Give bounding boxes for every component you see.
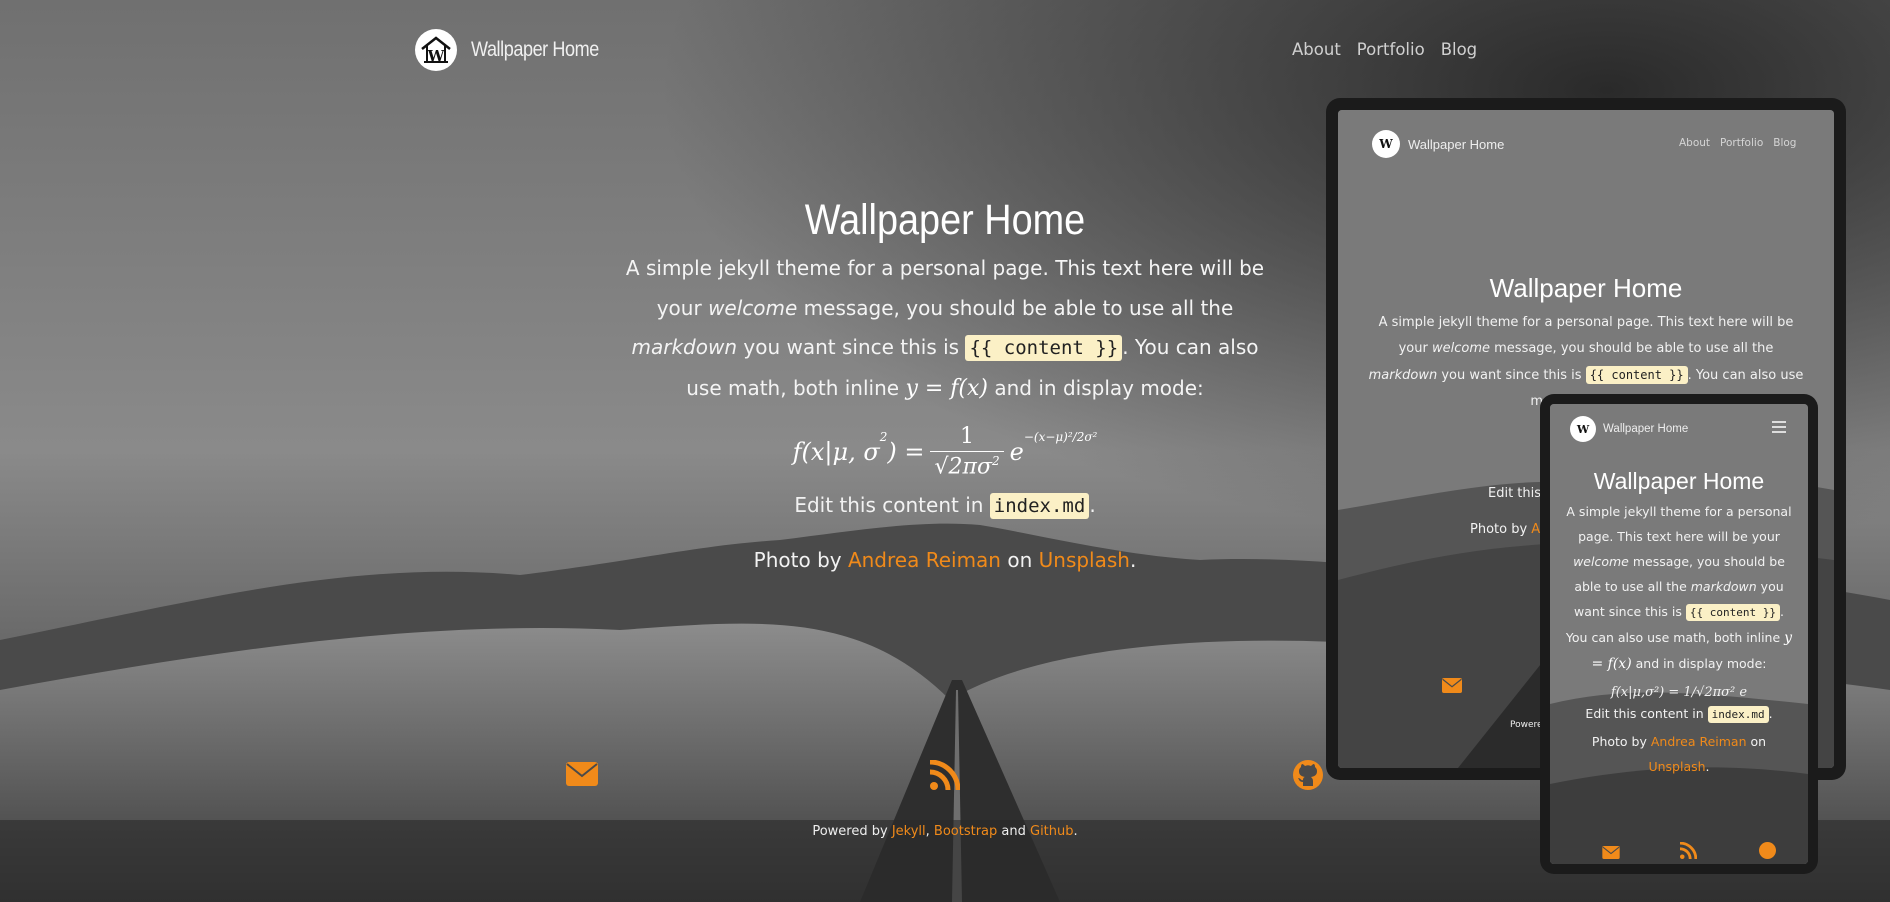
phone-photographer-link[interactable]: Andrea Reiman — [1651, 734, 1747, 749]
phone-photo-credit: Photo by Andrea Reiman on Unsplash. — [1564, 729, 1794, 779]
powered-text: , — [925, 824, 934, 839]
powered-text: . — [1073, 824, 1078, 839]
phone-index-md-code: index.md — [1707, 706, 1769, 723]
phone-welcome-text: A simple jekyll theme for a personal pag… — [1566, 504, 1792, 544]
main-nav: About Portfolio Blog — [1292, 40, 1477, 59]
phone-display-math: f(x|μ,σ²) = 1/√2πσ² e — [1610, 685, 1748, 700]
tablet-photo-text: Photo by — [1470, 522, 1532, 537]
house-w-logo-icon: W — [415, 29, 457, 71]
phone-logo: W Wallpaper Home — [1570, 416, 1688, 442]
phone-markdown-emphasis: markdown — [1690, 579, 1757, 594]
tablet-nav-about[interactable]: About — [1679, 137, 1710, 149]
tablet-nav: About Portfolio Blog — [1679, 137, 1796, 149]
tablet-welcome-text: message, you should be able to use all t… — [1490, 341, 1774, 356]
bootstrap-link[interactable]: Bootstrap — [934, 824, 997, 839]
jekyll-link[interactable]: Jekyll — [892, 824, 926, 839]
hamburger-menu-icon[interactable] — [1772, 421, 1786, 433]
phone-unsplash-link[interactable]: Unsplash — [1648, 759, 1705, 774]
welcome-emphasis: welcome — [708, 295, 798, 320]
photo-credit: Photo by Andrea Reiman on Unsplash. — [612, 548, 1278, 572]
nav-about[interactable]: About — [1292, 40, 1341, 59]
phone-photo-text: on — [1746, 734, 1767, 749]
index-md-code: index.md — [989, 493, 1090, 520]
tablet-welcome-emphasis: welcome — [1431, 341, 1490, 356]
envelope-icon[interactable] — [566, 762, 598, 790]
welcome-text: you want since this is — [737, 335, 966, 359]
rss-icon[interactable] — [1679, 841, 1698, 863]
house-w-logo-icon: W — [1570, 416, 1596, 442]
photographer-link[interactable]: Andrea Reiman — [848, 548, 1001, 572]
tablet-site-title: Wallpaper Home — [1408, 136, 1505, 152]
phone-photo-text: . — [1705, 759, 1710, 774]
site-title: Wallpaper Home — [471, 38, 599, 61]
envelope-icon[interactable] — [1602, 844, 1620, 863]
unsplash-link[interactable]: Unsplash — [1039, 548, 1130, 572]
nav-blog[interactable]: Blog — [1441, 40, 1477, 59]
nav-portfolio[interactable]: Portfolio — [1357, 40, 1425, 59]
tablet-content-code: {{ content }} — [1585, 366, 1688, 384]
content-code: {{ content }} — [965, 335, 1123, 361]
tablet-photo-credit: Photo by An — [1470, 522, 1548, 537]
tablet-nav-blog[interactable]: Blog — [1773, 137, 1796, 149]
edit-text: Edit this content in — [794, 493, 990, 518]
phone-photo-text: Photo by — [1591, 734, 1651, 749]
welcome-message: A simple jekyll theme for a personal pag… — [612, 249, 1278, 408]
tablet-edit-line: Edit this — [1488, 486, 1542, 501]
tablet-nav-portfolio[interactable]: Portfolio — [1720, 137, 1763, 149]
phone-edit-text: Edit this content in — [1585, 706, 1708, 721]
phone-content: Wallpaper Home A simple jekyll theme for… — [1564, 468, 1794, 779]
tablet-logo: W Wallpaper Home — [1372, 130, 1504, 158]
github-icon[interactable] — [1759, 842, 1776, 863]
markdown-emphasis: markdown — [631, 335, 738, 359]
powered-text: Powered by — [812, 824, 892, 839]
inline-math: y = f(x) — [905, 375, 989, 401]
tablet-markdown-emphasis: markdown — [1368, 368, 1438, 383]
tablet-page-title: Wallpaper Home — [1489, 273, 1683, 303]
phone-welcome-emphasis: welcome — [1573, 554, 1629, 569]
rss-icon[interactable] — [929, 759, 961, 794]
github-link[interactable]: Github — [1030, 824, 1074, 839]
phone-page-title: Wallpaper Home — [1593, 468, 1765, 494]
phone-welcome-text: and in display mode: — [1631, 656, 1767, 671]
svg-text:W: W — [427, 47, 446, 65]
envelope-icon[interactable] — [1442, 678, 1462, 697]
powered-text: and — [997, 824, 1030, 839]
phone-mockup: W Wallpaper Home Wallpaper Home A simple… — [1540, 394, 1818, 874]
tablet-welcome-text: you want since this is — [1437, 368, 1586, 383]
display-math-formula: f(x|μ, σ2) = 1 √2πσ2 e−(x−μ)²/2σ² — [792, 424, 1098, 480]
site-home-link[interactable]: W Wallpaper Home — [415, 29, 620, 71]
photo-text: . — [1129, 548, 1137, 573]
edit-text: . — [1089, 493, 1096, 518]
welcome-text: message, you should be able to use all t… — [797, 295, 1234, 320]
welcome-text: and in display mode: — [988, 375, 1204, 400]
phone-edit-line: Edit this content in index.md. — [1564, 706, 1794, 723]
phone-content-code: {{ content }} — [1685, 604, 1780, 621]
house-w-logo-icon: W — [1372, 130, 1400, 158]
github-icon[interactable] — [1293, 760, 1323, 794]
page-title: Wallpaper Home — [804, 196, 1086, 244]
phone-screen: W Wallpaper Home Wallpaper Home A simple… — [1550, 404, 1808, 864]
photo-text: Photo by — [753, 548, 848, 573]
main-content: Wallpaper Home A simple jekyll theme for… — [612, 196, 1278, 572]
photo-text: on — [1000, 548, 1039, 573]
phone-site-title: Wallpaper Home — [1603, 423, 1689, 435]
edit-line: Edit this content in index.md. — [612, 493, 1278, 520]
phone-edit-text: . — [1768, 706, 1773, 721]
